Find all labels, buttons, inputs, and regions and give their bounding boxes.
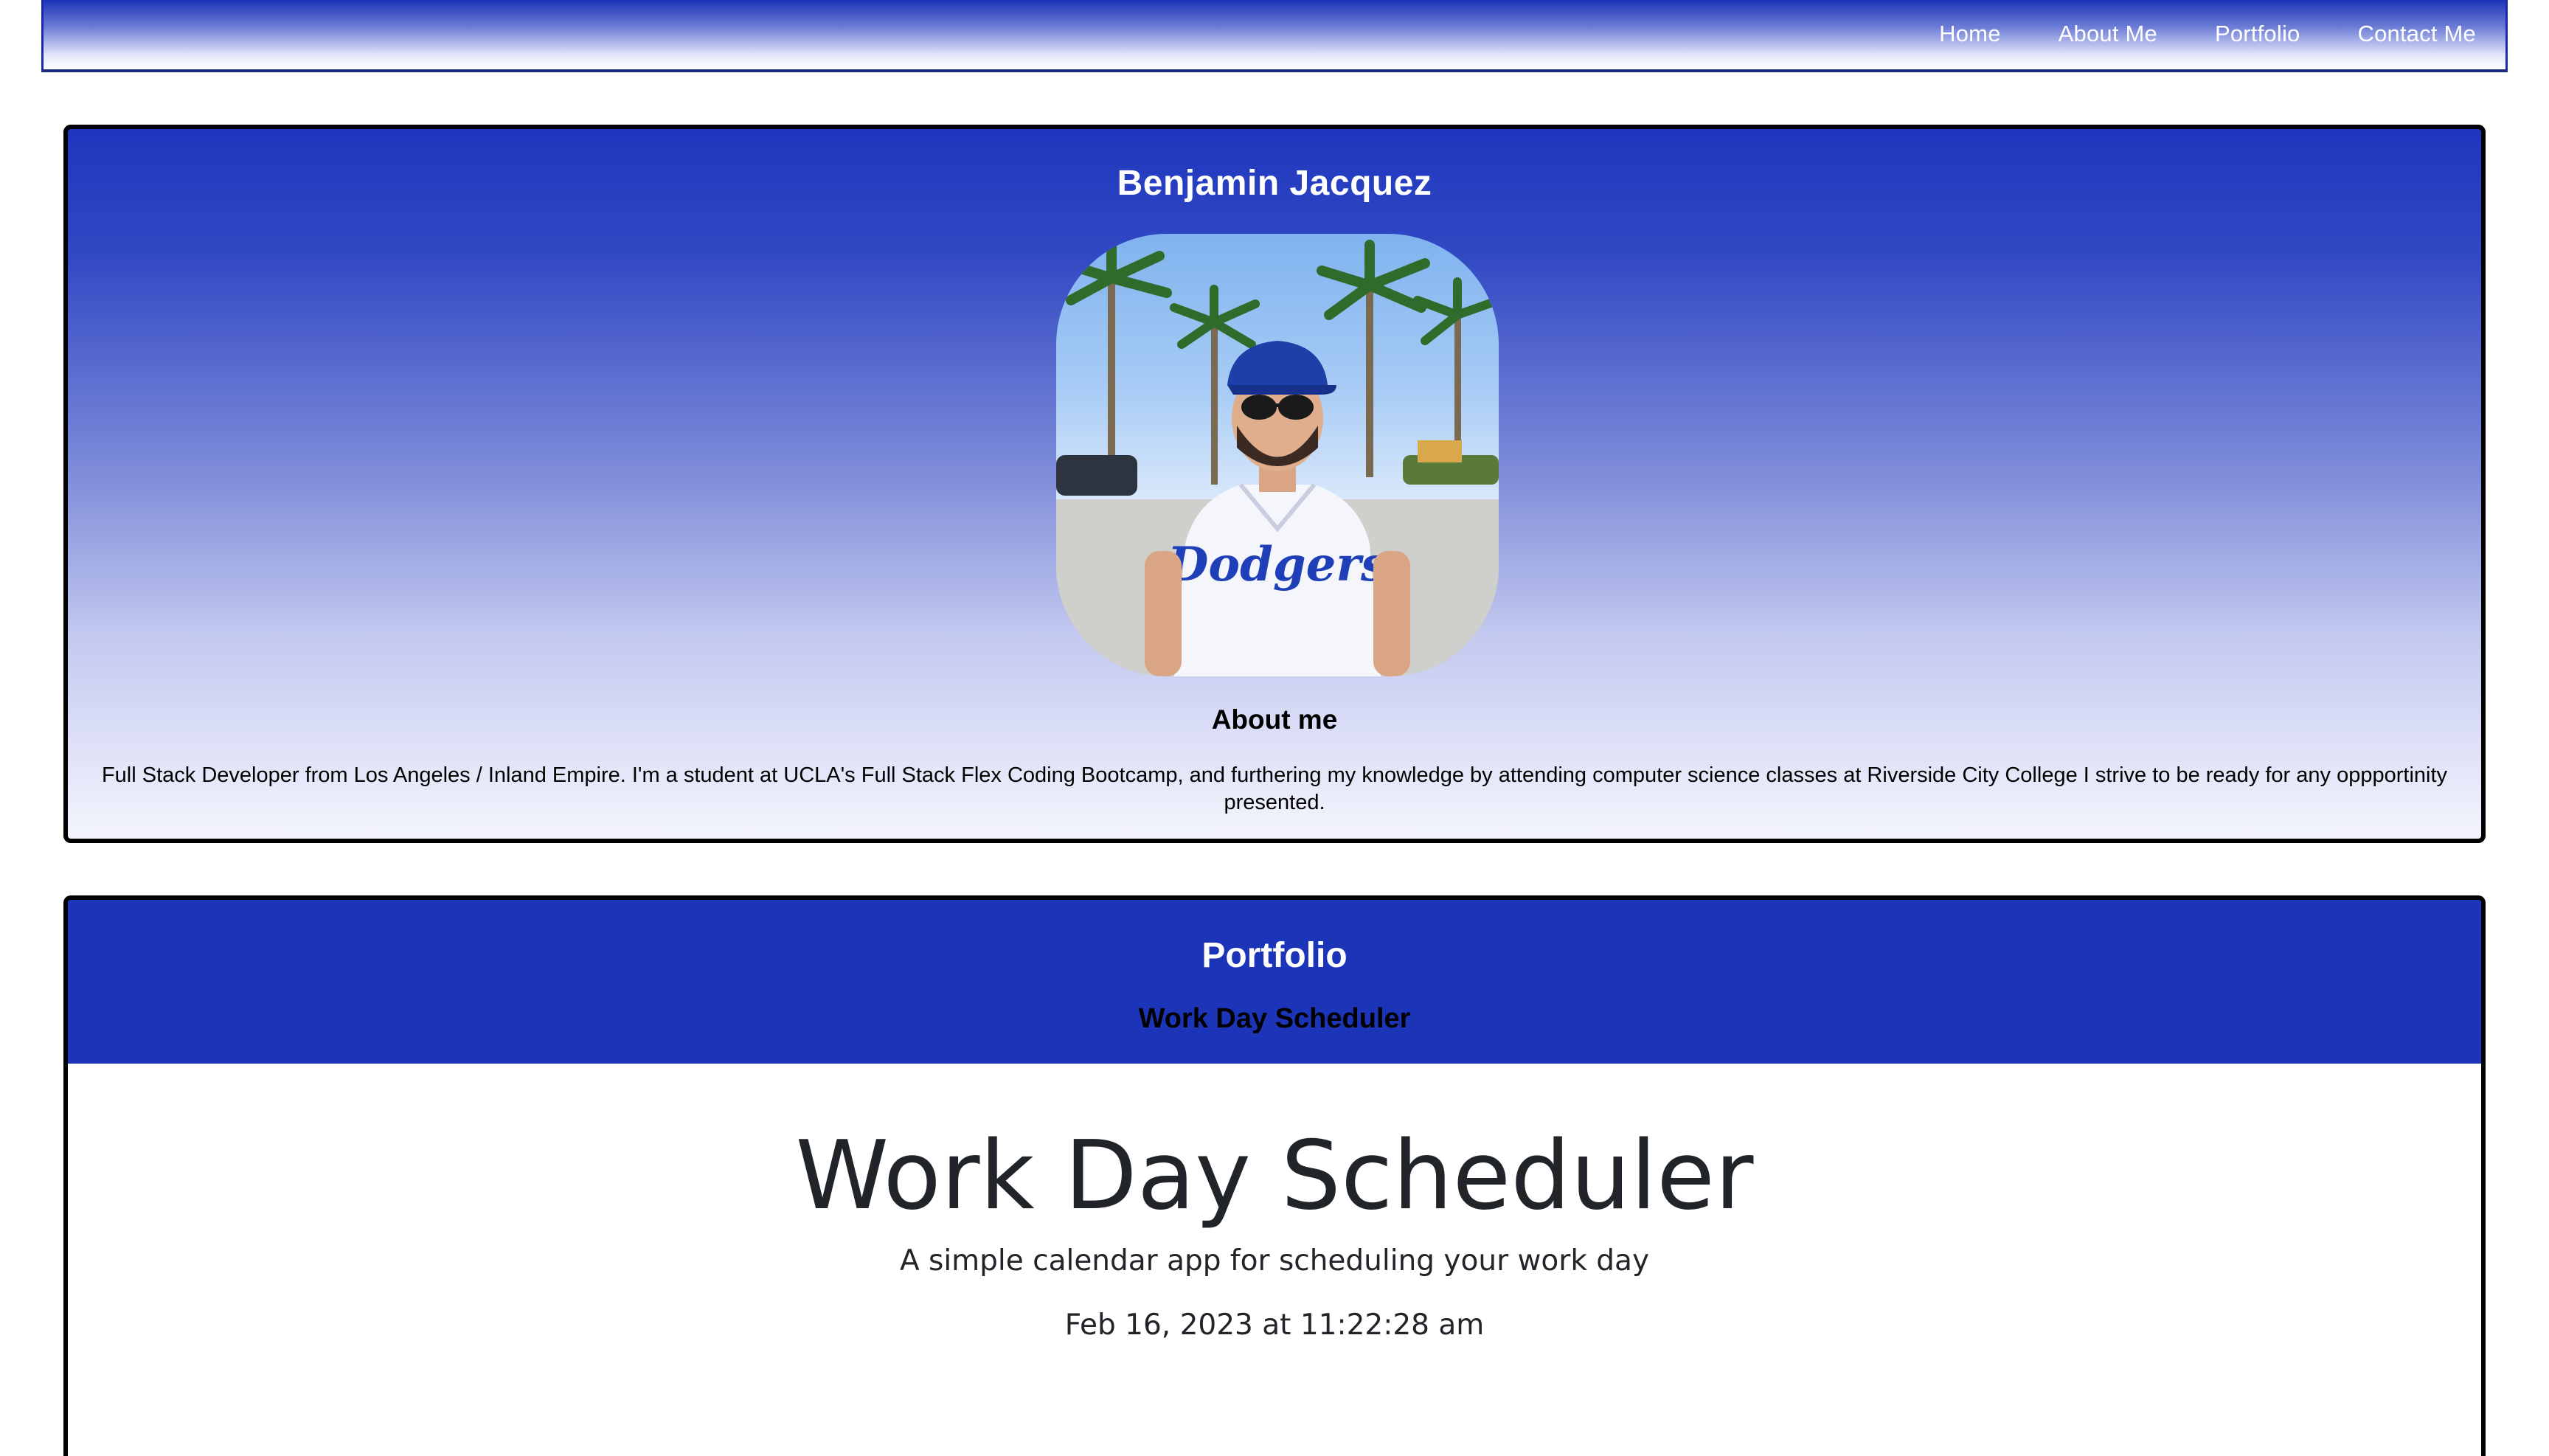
profile-photo-illustration: Dodgers [1056, 234, 1499, 676]
nav-item-contact: Contact Me [2357, 21, 2476, 47]
name-title: Benjamin Jacquez [1117, 164, 1432, 203]
about-heading: About me [1211, 704, 1338, 735]
project-preview-title: Work Day Scheduler [795, 1121, 1754, 1231]
project-title[interactable]: Work Day Scheduler [68, 1003, 2481, 1035]
nav-list: Home About Me Portfolio Contact Me [1939, 21, 2476, 47]
nav-link-about-me[interactable]: About Me [2059, 21, 2157, 46]
nav-link-contact-me[interactable]: Contact Me [2357, 21, 2476, 46]
nav-link-home[interactable]: Home [1939, 21, 2001, 46]
svg-text:Dodgers: Dodgers [1166, 537, 1387, 592]
nav-item-home: Home [1939, 21, 2001, 47]
portfolio-section: Portfolio Work Day Scheduler Work Day Sc… [63, 895, 2486, 1456]
top-nav: Home About Me Portfolio Contact Me [41, 0, 2508, 72]
profile-photo: Dodgers [1056, 234, 1499, 676]
portfolio-header: Portfolio Work Day Scheduler [68, 900, 2481, 1064]
about-section: Benjamin Jacquez Dodgers About me Full S… [63, 125, 2486, 843]
about-text: Full Stack Developer from Los Angeles / … [101, 763, 2448, 814]
portfolio-title: Portfolio [1201, 936, 1348, 975]
project-preview[interactable]: Work Day Scheduler A simple calendar app… [68, 1064, 2481, 1456]
nav-item-portfolio: Portfolio [2215, 21, 2300, 47]
nav-link-portfolio[interactable]: Portfolio [2215, 21, 2300, 46]
project-preview-date: Feb 16, 2023 at 11:22:28 am [1064, 1308, 1485, 1342]
project-preview-subtitle: A simple calendar app for scheduling you… [899, 1244, 1650, 1278]
nav-item-about: About Me [2059, 21, 2157, 47]
